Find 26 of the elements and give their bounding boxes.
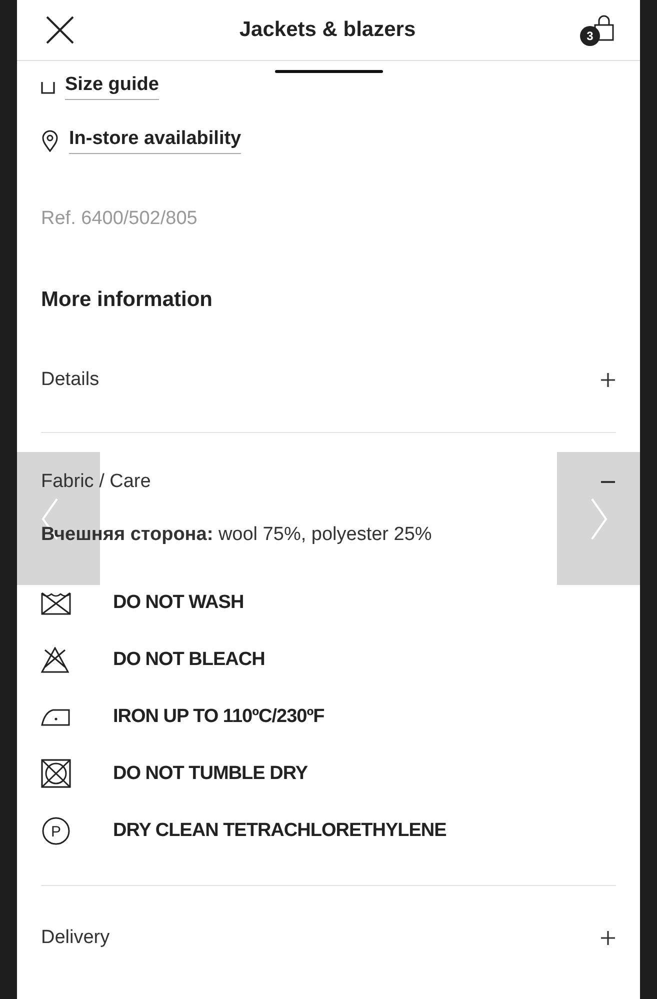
page-title: Jackets & blazers	[239, 18, 416, 42]
fabric-composition: Вчешняя сторона: wool 75%, polyester 25%	[41, 524, 433, 546]
shopping-bag-icon[interactable]	[592, 14, 616, 42]
section-heading: More information	[41, 288, 214, 312]
care-instruction: IRON UP TO 110ºC/230ºF	[113, 706, 324, 728]
care-instruction: DO NOT BLEACH	[113, 648, 265, 670]
crossed-dryer-icon	[41, 759, 71, 788]
close-icon[interactable]	[45, 15, 75, 45]
accordion-header[interactable]: Delivery	[41, 927, 110, 949]
crossed-triangle-icon	[41, 646, 69, 672]
wash-tub-icon	[41, 590, 71, 614]
care-instruction: DRY CLEAN TETRACHLORETHYLENE	[113, 820, 446, 842]
care-instruction: DO NOT TUMBLE DRY	[113, 762, 308, 784]
reference-number: Ref. 6400/502/805	[41, 208, 198, 230]
expand-icon[interactable]	[600, 372, 616, 388]
accordion-header[interactable]: Fabric / Care	[41, 471, 151, 493]
store-availability-link[interactable]: In-store availability	[69, 128, 242, 154]
cart-count-badge: 3	[580, 26, 600, 46]
accordion-header[interactable]: Details	[41, 369, 100, 391]
iron-icon	[41, 708, 70, 726]
dry-clean-circle-icon: P	[41, 816, 71, 846]
chevron-right-icon	[590, 496, 608, 540]
size-guide-link[interactable]: Size guide	[65, 74, 159, 100]
care-instruction: DO NOT WASH	[113, 592, 244, 614]
location-pin-icon	[41, 130, 59, 152]
expand-icon[interactable]	[600, 930, 616, 946]
